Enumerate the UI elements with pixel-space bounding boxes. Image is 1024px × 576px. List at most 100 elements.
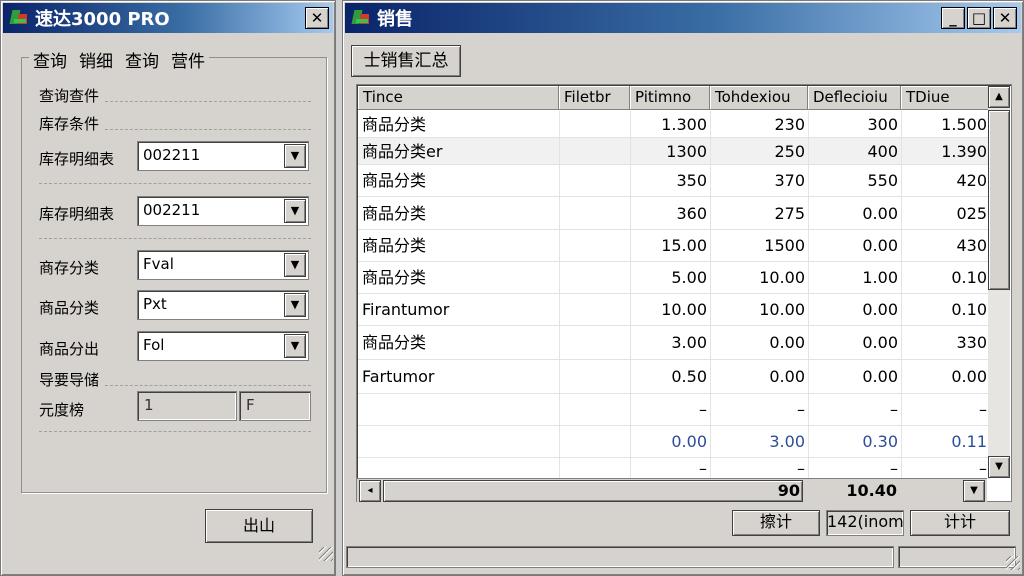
- minimize-icon[interactable]: _: [941, 7, 965, 29]
- chevron-down-icon[interactable]: ▼: [284, 334, 306, 358]
- field-label: 库存明细表: [39, 150, 115, 168]
- column-header[interactable]: Pitimno: [630, 86, 710, 110]
- chevron-down-icon[interactable]: ▼: [284, 253, 306, 277]
- table-cell: 0.10: [951, 300, 987, 319]
- range-to-field[interactable]: F: [239, 391, 311, 421]
- table-cell: 3.00: [769, 432, 805, 451]
- table-cell: 350: [676, 171, 707, 190]
- stock-detail-combo-2[interactable]: 002211 ▼: [137, 196, 309, 226]
- query-window: 速达3000 PRO ✕ 查询 销细 查询 营件 查询查件 库存条件 库存明细表…: [0, 0, 336, 576]
- close-icon[interactable]: ✕: [305, 7, 329, 29]
- resize-grip-icon[interactable]: [1006, 556, 1020, 570]
- status-panel: [346, 546, 894, 568]
- divider: [105, 385, 311, 386]
- horizontal-scrollbar[interactable]: ◂ 90 10.40 ▼: [357, 478, 987, 502]
- chevron-down-icon[interactable]: ▼: [963, 480, 985, 502]
- table-row[interactable]: Firantumor 10.00 10.00 0.00 0.10: [358, 294, 990, 326]
- product-out-combo[interactable]: Fol ▼: [137, 331, 309, 361]
- product-category-combo[interactable]: Pxt ▼: [137, 290, 309, 320]
- column-divider: [901, 111, 902, 479]
- menu-item-query[interactable]: 查询: [33, 47, 67, 72]
- column-header[interactable]: Tince: [358, 86, 559, 110]
- menu-item-query-2[interactable]: 查询: [125, 47, 159, 72]
- table-cell: 0.30: [862, 432, 898, 451]
- divider: [39, 238, 311, 239]
- table-cell: Firantumor: [362, 300, 450, 319]
- column-divider: [710, 111, 711, 479]
- table-cell: 0.00: [862, 333, 898, 352]
- table-cell: 330: [956, 333, 987, 352]
- maximize-icon[interactable]: □: [967, 7, 991, 29]
- query-window-title: 速达3000 PRO: [35, 9, 170, 30]
- exit-button[interactable]: 出山: [205, 509, 313, 543]
- vertical-scrollbar[interactable]: ▲ ▼: [988, 86, 1010, 478]
- table-row[interactable]: Fartumor 0.50 0.00 0.00 0.00: [358, 360, 990, 394]
- table-cell: 1.390: [941, 142, 987, 161]
- column-header[interactable]: Deflecioiu: [808, 86, 901, 110]
- field-label: 商品分类: [39, 299, 100, 317]
- table-cell: 商品分类: [362, 268, 427, 287]
- chevron-down-icon[interactable]: ▼: [284, 144, 306, 168]
- table-row[interactable]: 商品分类 3.00 0.00 0.00 330: [358, 326, 990, 360]
- close-icon[interactable]: ✕: [993, 7, 1017, 29]
- table-cell: 10.00: [661, 300, 707, 319]
- combo-value: Fol: [143, 336, 165, 354]
- scroll-left-icon[interactable]: ◂: [359, 480, 381, 502]
- query-menu: 查询 销细 查询 营件: [29, 47, 209, 72]
- app-logo-icon: [9, 7, 31, 29]
- scrollbar-thumb[interactable]: [988, 110, 1010, 290]
- stock-detail-combo[interactable]: 002211 ▼: [137, 141, 309, 171]
- section-export-label: 导要导储: [39, 371, 100, 389]
- table-cell: 300: [867, 115, 898, 134]
- table-cell: 0.10: [951, 268, 987, 287]
- field-label: 元度榜: [39, 401, 85, 419]
- column-header[interactable]: TDiue: [901, 86, 990, 110]
- column-header[interactable]: Filetbr: [559, 86, 630, 110]
- stock-category-combo[interactable]: Fval ▼: [137, 250, 309, 280]
- table-cell: 0.00: [862, 236, 898, 255]
- table-row[interactable]: 商品分类er 1300 250 400 1.390: [358, 138, 990, 165]
- sales-window-titlebar[interactable]: 销售 _ □ ✕: [345, 3, 1021, 33]
- divider: [105, 129, 311, 130]
- table-cell: 0.00: [769, 333, 805, 352]
- table-cell: 10.00: [759, 268, 805, 287]
- table-cell: –: [890, 459, 898, 478]
- table-cell: 商品分类: [362, 333, 427, 352]
- chevron-down-icon[interactable]: ▼: [284, 293, 306, 317]
- table-cell: 0.00: [862, 300, 898, 319]
- table-cell: 商品分类: [362, 115, 427, 134]
- sales-table: Tince Filetbr Pitimno Tohdexiou Deflecio…: [356, 84, 1012, 502]
- table-row[interactable]: – – – –: [358, 458, 990, 479]
- table-row[interactable]: 商品分类 5.00 10.00 1.00 0.10: [358, 262, 990, 294]
- table-cell: 15.00: [661, 236, 707, 255]
- table-cell: –: [979, 459, 987, 478]
- total-button[interactable]: 擦计: [732, 510, 820, 536]
- table-row[interactable]: – – – –: [358, 394, 990, 426]
- chevron-down-icon[interactable]: ▼: [284, 199, 306, 223]
- table-cell: 430: [956, 236, 987, 255]
- table-cell: –: [699, 459, 707, 478]
- table-row[interactable]: 0.00 3.00 0.30 0.11: [358, 426, 990, 458]
- column-header[interactable]: Tohdexiou: [710, 86, 808, 110]
- table-cell: 商品分类: [362, 236, 427, 255]
- table-row[interactable]: 商品分类 15.00 1500 0.00 430: [358, 230, 990, 262]
- scroll-up-icon[interactable]: ▲: [988, 86, 1010, 108]
- table-row[interactable]: 商品分类 350 370 550 420: [358, 165, 990, 197]
- query-window-titlebar[interactable]: 速达3000 PRO ✕: [3, 3, 333, 33]
- app-logo-icon: [351, 7, 373, 29]
- combo-value: 002211: [143, 146, 201, 164]
- status-panel: [898, 546, 1016, 568]
- table-cell: 360: [676, 204, 707, 223]
- table-cell: 1.500: [941, 115, 987, 134]
- table-row[interactable]: 商品分类 1.300 230 300 1.500: [358, 111, 990, 138]
- menu-item-operation[interactable]: 营件: [171, 47, 205, 72]
- sales-summary-button[interactable]: 士销售汇总: [351, 45, 461, 77]
- resize-grip-icon[interactable]: [319, 547, 333, 561]
- calculate-button[interactable]: 计计: [910, 510, 1010, 536]
- column-divider: [630, 111, 631, 479]
- range-from-field[interactable]: 1: [137, 391, 237, 421]
- scroll-down-icon[interactable]: ▼: [988, 456, 1010, 478]
- menu-item-detail[interactable]: 销细: [79, 47, 113, 72]
- table-row[interactable]: 商品分类 360 275 0.00 025: [358, 197, 990, 230]
- table-cell: 0.00: [769, 367, 805, 386]
